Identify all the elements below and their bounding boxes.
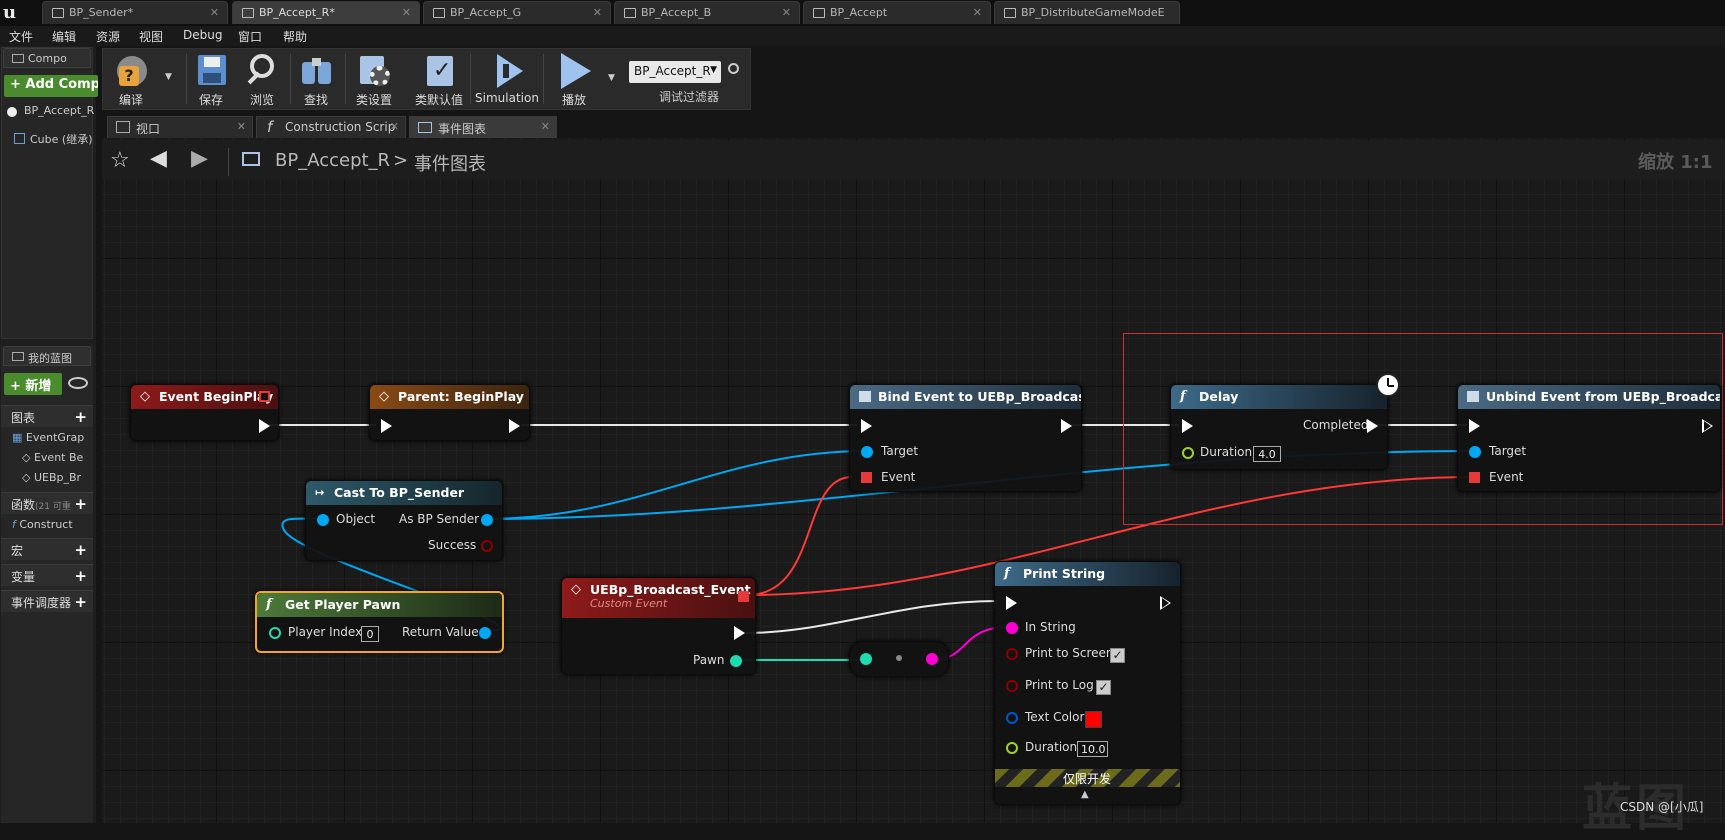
exec-in-pin[interactable] [1469, 419, 1480, 433]
success-pin[interactable] [481, 540, 493, 552]
exec-out-pin[interactable] [1061, 419, 1072, 433]
conversion-in-pin[interactable] [860, 653, 872, 665]
object-wire [484, 450, 868, 520]
node-event-begin-play[interactable]: ◇ Event BeginPlay [130, 384, 279, 441]
node-get-player-pawn[interactable]: f Get Player Pawn Player Index 0 Return V… [255, 591, 504, 653]
node-bind-event[interactable]: Bind Event to UEBp_Broadcast Target Even… [849, 384, 1082, 492]
target-pin[interactable] [861, 446, 873, 458]
duration-pin[interactable] [1182, 447, 1194, 459]
node-print-string[interactable]: f Print String In String Print to Screen … [994, 561, 1181, 805]
exec-in-pin[interactable] [861, 419, 872, 433]
node-unbind-event[interactable]: Unbind Event from UEBp_Broadcast Target … [1457, 384, 1721, 492]
node-cast-to-bp-sender[interactable]: ↦ Cast To BP_Sender Object As BP Sender S… [305, 480, 503, 561]
exec-out-pin[interactable] [734, 626, 745, 640]
conversion-dot-icon [896, 655, 902, 661]
delegate-output-pin[interactable] [259, 391, 270, 402]
as-bp-sender-pin[interactable] [481, 514, 493, 526]
duration-pin[interactable] [1006, 742, 1018, 754]
print-to-screen-checkbox[interactable]: ✓ [1110, 648, 1125, 663]
return-value-pin[interactable] [479, 627, 491, 639]
exec-in-pin[interactable] [1006, 596, 1017, 610]
conversion-out-pin[interactable] [926, 653, 938, 665]
target-pin[interactable] [1469, 446, 1481, 458]
event-pin[interactable] [861, 472, 872, 483]
node-parent-begin-play[interactable]: ◇ Parent: BeginPlay [369, 384, 530, 441]
csdn-credit: CSDN @[小瓜] [1620, 800, 1704, 814]
player-index-pin[interactable] [269, 627, 281, 639]
duration-input[interactable]: 4.0 [1253, 446, 1281, 462]
exec-in-pin[interactable] [1182, 419, 1193, 433]
duration-input[interactable]: 10.0 [1077, 741, 1108, 757]
function-icon: f [266, 597, 272, 612]
exec-out-pin[interactable] [1702, 419, 1713, 433]
event-icon: ◇ [571, 582, 581, 597]
event-pin[interactable] [1469, 472, 1480, 483]
cast-icon: ↦ [315, 486, 325, 499]
print-to-log-checkbox[interactable]: ✓ [1096, 680, 1111, 695]
print-to-log-pin[interactable] [1006, 680, 1018, 692]
clock-icon [1376, 373, 1400, 397]
text-color-swatch[interactable] [1085, 711, 1102, 728]
completed-exec-pin[interactable] [1367, 419, 1378, 433]
event-icon: ◇ [379, 389, 389, 404]
exec-wire [744, 600, 998, 634]
player-index-input[interactable]: 0 [361, 626, 379, 642]
function-icon: f [1180, 389, 1186, 404]
exec-out-pin[interactable] [509, 419, 520, 433]
exec-out-pin[interactable] [259, 419, 270, 433]
expand-arrow-icon[interactable]: ▲ [1081, 789, 1089, 800]
bind-event-icon [859, 391, 871, 402]
in-string-pin[interactable] [1006, 622, 1018, 634]
exec-in-pin[interactable] [381, 419, 392, 433]
node-broadcast-custom-event[interactable]: ◇ UEBp_Broadcast_Event Custom Event Pawn [561, 577, 756, 675]
function-icon: f [1004, 566, 1010, 581]
exec-out-pin[interactable] [1160, 596, 1171, 610]
object-pin[interactable] [317, 514, 329, 526]
node-conversion[interactable] [849, 641, 949, 677]
delegate-wire [746, 476, 853, 596]
print-to-screen-pin[interactable] [1006, 648, 1018, 660]
event-icon: ◇ [140, 389, 150, 404]
unbind-event-icon [1467, 391, 1479, 402]
pawn-pin[interactable] [730, 655, 742, 667]
node-delay[interactable]: f Delay Completed Duration 4.0 [1170, 373, 1400, 470]
text-color-pin[interactable] [1006, 712, 1018, 724]
delegate-output-pin[interactable] [738, 591, 749, 602]
